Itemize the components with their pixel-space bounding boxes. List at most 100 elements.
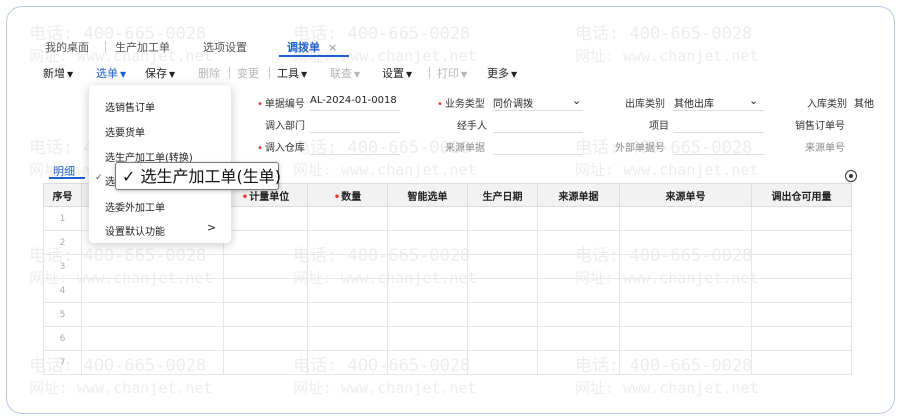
table-cell[interactable] — [223, 326, 308, 351]
table-cell[interactable] — [467, 206, 538, 231]
table-cell[interactable] — [751, 302, 852, 327]
table-cell[interactable] — [387, 230, 468, 255]
chevron-down-icon[interactable]: ⌄ — [749, 94, 758, 107]
table-row[interactable]: 3 — [43, 254, 852, 279]
table-cell[interactable] — [307, 230, 388, 255]
table-cell[interactable] — [537, 254, 620, 279]
tab-production-order[interactable]: 生产加工单 — [115, 39, 170, 55]
table-row[interactable]: 6 — [43, 326, 852, 351]
table-cell[interactable] — [467, 230, 538, 255]
table-cell[interactable] — [619, 326, 752, 351]
close-icon[interactable]: × — [328, 41, 337, 54]
add-button[interactable]: 新增 ▼ — [43, 65, 73, 81]
tab-transfer-order[interactable]: 调拨单 × — [287, 39, 337, 55]
table-cell[interactable] — [387, 278, 468, 303]
menu-item-requisition[interactable]: 选要货单 — [105, 124, 145, 139]
settings-button[interactable]: 设置 ▼ — [382, 65, 412, 81]
field-underline — [310, 110, 400, 111]
table-cell[interactable] — [751, 254, 852, 279]
watermark-site: 网址: www.chanjet.net — [575, 379, 759, 397]
table-cell[interactable] — [467, 278, 538, 303]
col-header-qty: •数量 — [307, 183, 388, 207]
in-type-select[interactable]: 其他 — [854, 95, 874, 110]
table-cell[interactable] — [537, 326, 620, 351]
table-cell[interactable] — [307, 278, 388, 303]
table-cell[interactable] — [387, 302, 468, 327]
table-cell[interactable] — [467, 326, 538, 351]
table-cell[interactable] — [751, 278, 852, 303]
table-cell[interactable] — [307, 254, 388, 279]
biz-type-select[interactable]: 同价调拨 — [493, 95, 533, 110]
table-cell[interactable] — [307, 350, 388, 375]
table-cell[interactable] — [223, 302, 308, 327]
table-cell[interactable] — [81, 350, 224, 375]
table-cell[interactable] — [223, 278, 308, 303]
table-cell[interactable] — [537, 278, 620, 303]
field-underline — [493, 110, 583, 111]
col-header-unit-text: 计量单位 — [249, 191, 290, 203]
table-cell[interactable] — [537, 230, 620, 255]
chevron-down-icon[interactable]: ⌄ — [572, 94, 581, 107]
table-cell[interactable] — [467, 254, 538, 279]
change-button[interactable]: 变更 — [237, 65, 259, 81]
table-row[interactable]: 5 — [43, 302, 852, 327]
table-cell[interactable] — [467, 302, 538, 327]
tab-option-settings[interactable]: 选项设置 — [203, 39, 247, 55]
table-cell[interactable] — [467, 350, 538, 375]
tab-desktop[interactable]: 我的桌面 — [45, 39, 89, 55]
menu-item-production-generate[interactable]: 选 — [105, 173, 115, 188]
table-cell[interactable] — [619, 350, 752, 375]
table-cell[interactable] — [81, 302, 224, 327]
table-cell[interactable] — [619, 230, 752, 255]
out-type-select[interactable]: 其他出库 — [674, 95, 714, 110]
table-cell[interactable] — [223, 230, 308, 255]
toolbar-divider — [429, 67, 430, 79]
table-cell[interactable] — [751, 206, 852, 231]
column-settings-icon[interactable] — [845, 170, 857, 182]
table-cell[interactable] — [751, 326, 852, 351]
tools-button-label: 工具 — [277, 67, 299, 80]
table-cell[interactable] — [387, 350, 468, 375]
table-cell[interactable] — [537, 350, 620, 375]
app-window: 电话: 400-665-0028 网址: www.chanjet.net 电话:… — [6, 6, 895, 414]
table-cell[interactable] — [751, 350, 852, 375]
table-cell[interactable] — [537, 206, 620, 231]
print-button[interactable]: 打印 ▼ — [437, 65, 467, 81]
select-order-button[interactable]: 选单 ▼ — [96, 65, 126, 81]
table-row[interactable]: 4 — [43, 278, 852, 303]
link-query-button[interactable]: 联查 ▼ — [330, 65, 360, 81]
table-cell[interactable] — [223, 254, 308, 279]
table-cell[interactable] — [81, 254, 224, 279]
table-cell[interactable] — [387, 206, 468, 231]
table-cell[interactable] — [81, 278, 224, 303]
field-underline — [493, 154, 583, 155]
menu-item-outsource[interactable]: 选委外加工单 — [105, 199, 165, 214]
more-button[interactable]: 更多 ▼ — [487, 65, 517, 81]
table-cell[interactable] — [537, 302, 620, 327]
table-row[interactable]: 7 — [43, 350, 852, 375]
tooltip: ✓ 选生产加工单(生单) — [115, 162, 281, 190]
table-cell[interactable] — [307, 326, 388, 351]
in-warehouse-label-text: 调入仓库 — [264, 143, 305, 154]
table-cell[interactable] — [387, 326, 468, 351]
doc-no-field[interactable]: AL-2024-01-0018 — [310, 95, 397, 106]
table-cell[interactable] — [307, 302, 388, 327]
menu-item-sales-order[interactable]: 选销售订单 — [105, 99, 155, 114]
table-cell[interactable] — [387, 254, 468, 279]
table-cell[interactable] — [751, 230, 852, 255]
table-cell[interactable] — [307, 206, 388, 231]
table-cell[interactable] — [619, 302, 752, 327]
field-underline — [493, 132, 583, 133]
table-cell[interactable] — [223, 350, 308, 375]
table-cell[interactable] — [619, 206, 752, 231]
table-cell[interactable] — [81, 326, 224, 351]
sales-order-label: 销售订单号 — [795, 121, 845, 132]
table-cell[interactable] — [619, 278, 752, 303]
save-button[interactable]: 保存 ▼ — [145, 65, 175, 81]
menu-item-default-function[interactable]: 设置默认功能 — [105, 223, 165, 238]
chevron-down-icon: ▼ — [169, 70, 176, 79]
table-cell[interactable] — [619, 254, 752, 279]
table-cell[interactable] — [223, 206, 308, 231]
tools-button[interactable]: 工具 ▼ — [277, 65, 307, 81]
delete-button[interactable]: 删除 — [198, 65, 220, 81]
